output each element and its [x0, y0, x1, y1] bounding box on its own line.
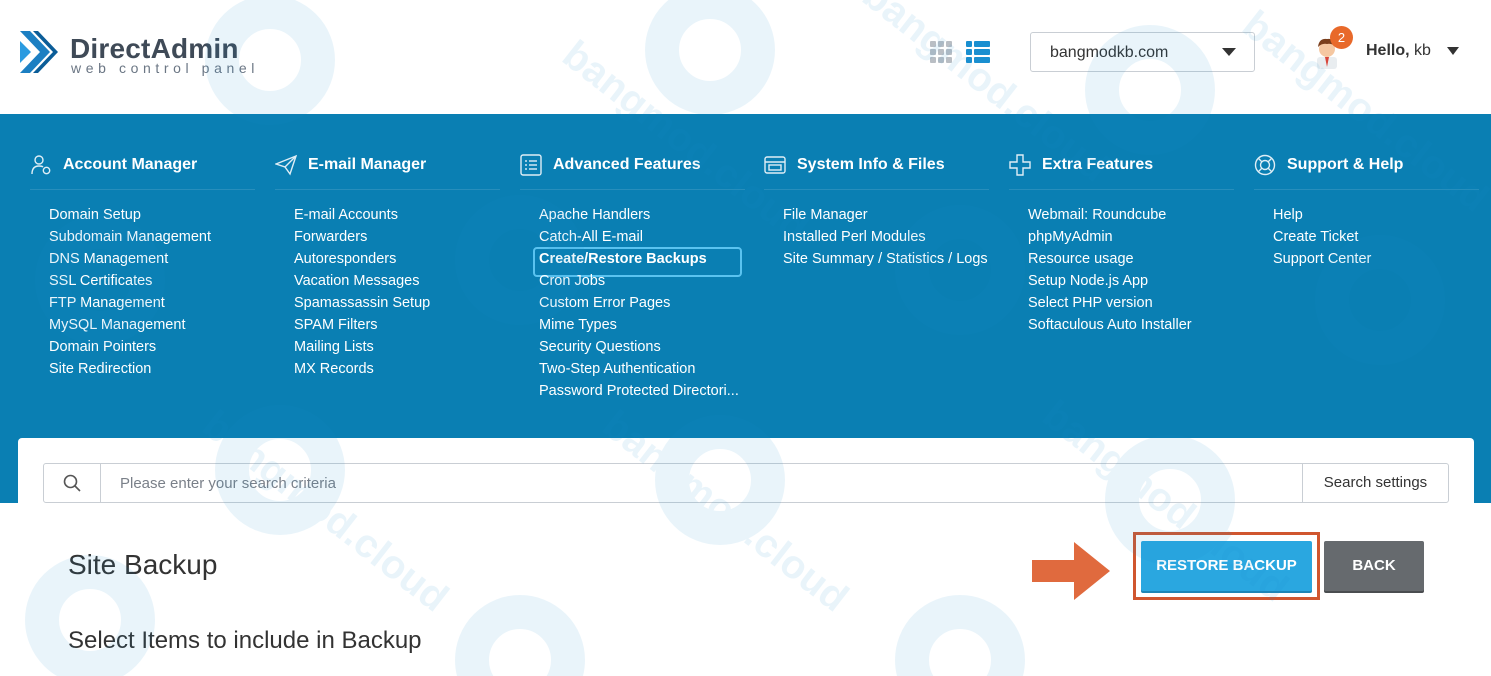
user-greeting: Hello, kb [1366, 42, 1431, 60]
nav-item-phpmyadmin[interactable]: phpMyAdmin [1009, 226, 1234, 248]
search-button[interactable] [44, 464, 101, 502]
list-icon [520, 154, 542, 176]
nav-column-header[interactable]: Advanced Features [520, 150, 745, 190]
directadmin-logo[interactable]: DirectAdmin web control panel [16, 27, 256, 79]
search-icon [63, 474, 81, 492]
grid-view-icon[interactable] [930, 41, 952, 63]
nav-column-title: E-mail Manager [308, 156, 427, 173]
nav-item-create-ticket[interactable]: Create Ticket [1254, 226, 1479, 248]
paper-plane-icon [275, 154, 297, 176]
nav-item-apache-handlers[interactable]: Apache Handlers [520, 204, 745, 226]
nav-item-email-accounts[interactable]: E-mail Accounts [275, 204, 500, 226]
nav-item-spamassassin-setup[interactable]: Spamassassin Setup [275, 292, 500, 314]
nav-item-support-center[interactable]: Support Center [1254, 248, 1479, 270]
domain-select-value: bangmodkb.com [1050, 44, 1169, 61]
arrow-right-icon [1032, 542, 1110, 600]
nav-item-webmail-roundcube[interactable]: Webmail: Roundcube [1009, 204, 1234, 226]
logo-mark-icon [20, 31, 58, 73]
nav-item-autoresponders[interactable]: Autoresponders [275, 248, 500, 270]
nav-column-header[interactable]: Account Manager [30, 150, 255, 190]
nav-item-cron-jobs[interactable]: Cron Jobs [520, 270, 745, 292]
nav-item-ftp-management[interactable]: FTP Management [30, 292, 255, 314]
list-view-icon[interactable] [966, 40, 990, 64]
user-menu-caret-icon [1447, 47, 1459, 55]
search-input[interactable] [102, 464, 1302, 502]
nav-column-title: Advanced Features [553, 156, 701, 173]
nav-column-title: System Info & Files [797, 156, 945, 173]
nav-column-header[interactable]: E-mail Manager [275, 150, 500, 190]
domain-select[interactable]: bangmodkb.com [1030, 32, 1255, 72]
nav-column-system-info-files: System Info & Files File Manager Install… [764, 150, 989, 270]
nav-column-email-manager: E-mail Manager E-mail Accounts Forwarder… [275, 150, 500, 380]
chevron-down-icon [1222, 48, 1236, 56]
nav-item-softaculous[interactable]: Softaculous Auto Installer [1009, 314, 1234, 336]
nav-item-domain-setup[interactable]: Domain Setup [30, 204, 255, 226]
server-icon [764, 156, 786, 174]
nav-item-resource-usage[interactable]: Resource usage [1009, 248, 1234, 270]
nav-item-custom-error-pages[interactable]: Custom Error Pages [520, 292, 745, 314]
nav-item-installed-perl-modules[interactable]: Installed Perl Modules [764, 226, 989, 248]
nav-item-create-restore-backups[interactable]: Create/Restore Backups [520, 247, 745, 277]
nav-item-mysql-management[interactable]: MySQL Management [30, 314, 255, 336]
nav-column-extra-features: Extra Features Webmail: Roundcube phpMyA… [1009, 150, 1234, 336]
nav-item-mime-types[interactable]: Mime Types [520, 314, 745, 336]
nav-item-forwarders[interactable]: Forwarders [275, 226, 500, 248]
plus-icon [1009, 154, 1031, 176]
nav-item-file-manager[interactable]: File Manager [764, 204, 989, 226]
nav-item-domain-pointers[interactable]: Domain Pointers [30, 336, 255, 358]
nav-column-header[interactable]: Extra Features [1009, 150, 1234, 190]
nav-column-title: Support & Help [1287, 156, 1404, 173]
nav-item-security-questions[interactable]: Security Questions [520, 336, 745, 358]
nav-item-mx-records[interactable]: MX Records [275, 358, 500, 380]
nav-column-title: Account Manager [63, 156, 198, 173]
nav-column-support-help: Support & Help Help Create Ticket Suppor… [1254, 150, 1479, 270]
nav-item-help[interactable]: Help [1254, 204, 1479, 226]
logo-tagline: web control panel [71, 60, 259, 76]
top-header: DirectAdmin web control panel bangmodkb.… [0, 0, 1491, 114]
user-menu[interactable]: 2 Hello, kb [1310, 26, 1460, 72]
nav-item-setup-nodejs-app[interactable]: Setup Node.js App [1009, 270, 1234, 292]
nav-column-advanced-features: Advanced Features Apache Handlers Catch-… [520, 150, 745, 402]
nav-column-header[interactable]: System Info & Files [764, 150, 989, 190]
lifebuoy-icon [1254, 154, 1276, 176]
greeting-text: Hello, [1366, 42, 1410, 59]
nav-column-title: Extra Features [1042, 156, 1154, 173]
nav-item-two-step-authentication[interactable]: Two-Step Authentication [520, 358, 745, 380]
nav-item-password-protected-directories[interactable]: Password Protected Directori... [520, 380, 745, 402]
notification-badge[interactable]: 2 [1330, 26, 1353, 49]
nav-column-header[interactable]: Support & Help [1254, 150, 1479, 190]
nav-item-ssl-certificates[interactable]: SSL Certificates [30, 270, 255, 292]
username: kb [1414, 42, 1431, 59]
nav-item-dns-management[interactable]: DNS Management [30, 248, 255, 270]
search-bar: Search settings [43, 463, 1449, 503]
nav-item-subdomain-management[interactable]: Subdomain Management [30, 226, 255, 248]
nav-item-select-php-version[interactable]: Select PHP version [1009, 292, 1234, 314]
nav-item-mailing-lists[interactable]: Mailing Lists [275, 336, 500, 358]
user-gear-icon [31, 155, 51, 175]
nav-item-site-redirection[interactable]: Site Redirection [30, 358, 255, 380]
nav-item-catch-all-email[interactable]: Catch-All E-mail [520, 226, 745, 248]
page-title: Site Backup [68, 549, 218, 580]
back-button[interactable]: BACK [1324, 541, 1424, 591]
section-title: Select Items to include in Backup [68, 627, 422, 654]
nav-column-account-manager: Account Manager Domain Setup Subdomain M… [30, 150, 255, 380]
nav-item-vacation-messages[interactable]: Vacation Messages [275, 270, 500, 292]
nav-item-spam-filters[interactable]: SPAM Filters [275, 314, 500, 336]
search-settings-button[interactable]: Search settings [1302, 464, 1448, 502]
restore-backup-button[interactable]: RESTORE BACKUP [1141, 541, 1312, 591]
nav-item-site-summary[interactable]: Site Summary / Statistics / Logs [764, 248, 989, 270]
